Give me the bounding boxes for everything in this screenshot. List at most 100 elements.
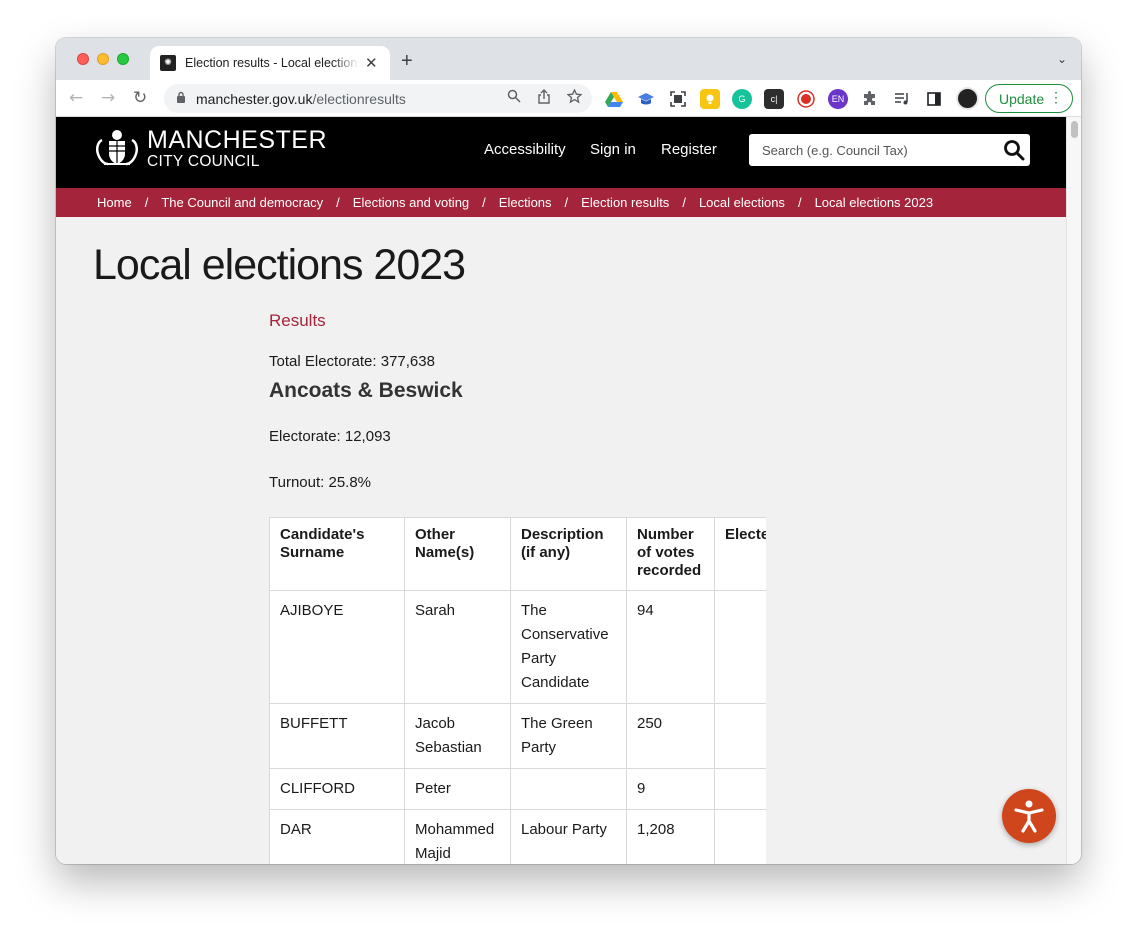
- browser-tab-active[interactable]: ✺ Election results - Local elections 202…: [150, 46, 390, 80]
- close-window-button[interactable]: [77, 53, 89, 65]
- tab-title: Election results - Local elections 2023: [185, 56, 359, 70]
- minimize-window-button[interactable]: [97, 53, 109, 65]
- reload-icon[interactable]: ↻: [133, 88, 147, 108]
- total-electorate: Total Electorate: 377,638: [269, 353, 435, 370]
- update-chrome-button[interactable]: Update ⋮: [985, 84, 1073, 113]
- search-icon[interactable]: [1002, 138, 1026, 162]
- cell-elected: [714, 768, 766, 810]
- breadcrumb-separator: /: [144, 195, 149, 210]
- header-description: Description (if any): [510, 517, 627, 591]
- cell-description: The Green Party: [510, 703, 627, 769]
- extensions-puzzle-icon[interactable]: [860, 89, 880, 109]
- site-search-input[interactable]: [749, 134, 999, 166]
- back-arrow-icon[interactable]: ←: [69, 88, 83, 108]
- ward-heading: Ancoats & Beswick: [269, 379, 463, 402]
- cell-description: [510, 768, 627, 810]
- cell-elected: [714, 809, 766, 864]
- cell-elected: [714, 590, 766, 704]
- accessibility-person-icon: [1014, 800, 1044, 833]
- language-en-icon[interactable]: EN: [828, 89, 848, 109]
- lock-icon: [176, 91, 186, 106]
- cell-votes: 94: [626, 590, 715, 704]
- tab-search-chevron-icon[interactable]: ⌄: [1057, 52, 1067, 66]
- screenshot-capture-icon[interactable]: [668, 89, 688, 109]
- cell-description: The Conservative Party Candidate: [510, 590, 627, 704]
- cell-other-names: Mohammed Majid: [404, 809, 511, 864]
- table-row: BUFFETT Jacob Sebastian The Green Party …: [269, 703, 766, 769]
- breadcrumb-separator: /: [482, 195, 486, 210]
- nav-register-link[interactable]: Register: [661, 141, 717, 158]
- nav-sign-in-link[interactable]: Sign in: [590, 141, 636, 158]
- zoom-magnifier-icon[interactable]: [507, 89, 521, 108]
- url-text: manchester.gov.uk/electionresults: [196, 91, 406, 107]
- breadcrumb: Home / The Council and democracy / Elect…: [56, 188, 1066, 217]
- breadcrumb-separator: /: [564, 195, 569, 210]
- logo-city-council[interactable]: CITY COUNCIL: [147, 153, 260, 171]
- cell-surname: BUFFETT: [269, 703, 405, 769]
- cell-other-names: Jacob Sebastian: [404, 703, 511, 769]
- google-drive-icon[interactable]: [604, 89, 624, 109]
- breadcrumb-local-elections[interactable]: Local elections: [699, 195, 785, 210]
- ward-turnout: Turnout: 25.8%: [269, 474, 372, 491]
- page-title: Local elections 2023: [93, 241, 466, 289]
- breadcrumb-elections-voting[interactable]: Elections and voting: [353, 195, 469, 210]
- breadcrumb-separator: /: [682, 195, 686, 210]
- more-menu-icon[interactable]: ⋮: [1049, 89, 1063, 106]
- cell-description: Labour Party: [510, 809, 627, 864]
- cell-other-names: Peter: [404, 768, 511, 810]
- header-surname: Candidate's Surname: [269, 517, 405, 591]
- scrollbar-thumb[interactable]: [1071, 121, 1078, 138]
- cell-other-names: Sarah: [404, 590, 511, 704]
- table-header-row: Candidate's Surname Other Name(s) Descri…: [269, 517, 766, 591]
- cell-votes: 250: [626, 703, 715, 769]
- cell-votes: 1,208: [626, 809, 715, 864]
- cell-elected: [714, 703, 766, 769]
- accessibility-tools-button[interactable]: [1002, 789, 1056, 843]
- breadcrumb-separator: /: [797, 195, 802, 210]
- results-table: Candidate's Surname Other Name(s) Descri…: [269, 517, 766, 864]
- address-bar[interactable]: manchester.gov.uk/electionresults: [164, 84, 592, 113]
- new-tab-plus-icon[interactable]: +: [401, 50, 413, 73]
- cell-surname: CLIFFORD: [269, 768, 405, 810]
- logo-manchester[interactable]: MANCHESTER: [147, 126, 327, 155]
- table-row: DAR Mohammed Majid Labour Party 1,208: [269, 809, 766, 864]
- browser-toolbar: ← → ↻ manchester.gov.uk/electionresults: [56, 80, 1081, 117]
- page-scrollbar[interactable]: [1066, 117, 1081, 864]
- cell-surname: AJIBOYE: [269, 590, 405, 704]
- record-icon[interactable]: [796, 89, 816, 109]
- breadcrumb-council-democracy[interactable]: The Council and democracy: [161, 195, 323, 210]
- nav-accessibility-link[interactable]: Accessibility: [484, 141, 566, 158]
- url-domain: manchester.gov.uk: [196, 90, 313, 107]
- side-panel-icon[interactable]: [924, 89, 944, 109]
- header-elected: Elected: [714, 517, 766, 591]
- extension-cl-icon[interactable]: c|: [764, 89, 784, 109]
- header-votes: Number of votes recorded: [626, 517, 715, 591]
- update-label: Update: [999, 90, 1045, 107]
- extension-graduation-cap-icon[interactable]: [636, 89, 656, 109]
- cell-surname: DAR: [269, 809, 405, 864]
- media-queue-icon[interactable]: [892, 89, 912, 109]
- breadcrumb-local-elections-2023[interactable]: Local elections 2023: [815, 195, 934, 210]
- breadcrumb-elections[interactable]: Elections: [499, 195, 552, 210]
- header-other-names: Other Name(s): [404, 517, 511, 591]
- site-header: MANCHESTER CITY COUNCIL Accessibility Si…: [56, 117, 1066, 188]
- breadcrumb-election-results[interactable]: Election results: [581, 195, 669, 210]
- results-link[interactable]: Results: [269, 311, 326, 331]
- breadcrumb-home[interactable]: Home: [97, 195, 132, 210]
- profile-avatar[interactable]: [956, 87, 979, 110]
- table-row: AJIBOYE Sarah The Conservative Party Can…: [269, 590, 766, 704]
- forward-arrow-icon[interactable]: →: [101, 88, 115, 108]
- favicon-icon: ✺: [160, 55, 176, 71]
- url-path: /electionresults: [312, 90, 406, 107]
- share-icon[interactable]: [537, 89, 551, 108]
- tab-close-icon[interactable]: ✕: [365, 54, 378, 72]
- council-crest-icon: [95, 130, 139, 166]
- page-viewport: MANCHESTER CITY COUNCIL Accessibility Si…: [56, 117, 1066, 864]
- bookmark-star-icon[interactable]: [566, 88, 583, 108]
- site-search-box: [749, 134, 1030, 166]
- tab-strip: ✺ Election results - Local elections 202…: [56, 38, 1081, 80]
- zoom-window-button[interactable]: [117, 53, 129, 65]
- keep-notes-icon[interactable]: [700, 89, 720, 109]
- grammarly-icon[interactable]: G: [732, 89, 752, 109]
- results-table-scroll[interactable]: Candidate's Surname Other Name(s) Descri…: [269, 517, 766, 864]
